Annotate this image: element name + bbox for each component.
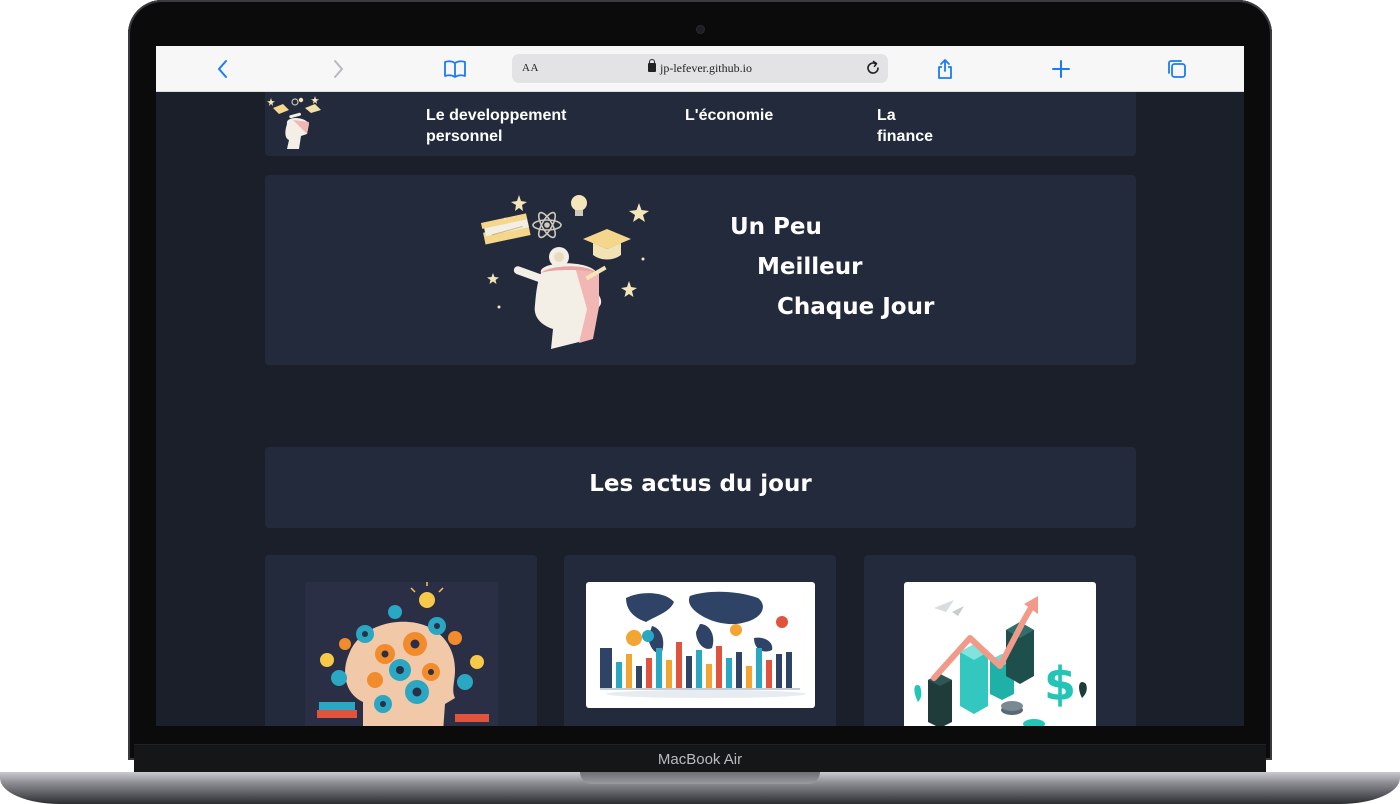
nav-link-finance[interactable]: La finance (877, 105, 933, 147)
site-navbar: Le developpement personnel L'économie La… (265, 92, 1136, 156)
laptop-base (0, 772, 1400, 804)
web-page: Le developpement personnel L'économie La… (156, 92, 1244, 726)
address-bar[interactable]: AA jp-lefever.github.io (512, 54, 888, 83)
svg-text:$: $ (1044, 657, 1076, 711)
url-text: jp-lefever.github.io (660, 61, 752, 75)
chevron-left-icon[interactable] (210, 56, 236, 82)
lock-icon (648, 59, 656, 72)
tabs-icon[interactable] (1164, 56, 1190, 82)
hero-banner: Un Peu Meilleur Chaque Jour (265, 175, 1136, 365)
finance-growth-chart-illustration: $ (904, 582, 1096, 726)
nav-link-economie[interactable]: L'économie (685, 105, 773, 126)
screen: AA jp-lefever.github.io Le developpement… (156, 46, 1244, 726)
screen-bezel-bottom: MacBook Air (134, 744, 1266, 772)
device-model-label: MacBook Air (657, 751, 743, 768)
hero-line-1: Un Peu (730, 214, 822, 240)
news-card-economie[interactable] (564, 555, 836, 726)
camera-icon (697, 26, 704, 33)
news-card-developpement[interactable] (265, 555, 537, 726)
news-card-finance[interactable]: $ (864, 555, 1136, 726)
nav-link-developpement[interactable]: Le developpement personnel (426, 105, 566, 147)
brain-gears-illustration (305, 582, 498, 726)
chevron-right-icon[interactable] (325, 56, 351, 82)
hero-line-2: Meilleur (757, 254, 863, 280)
reload-icon[interactable] (864, 59, 882, 82)
laptop-hinge-notch (580, 772, 820, 784)
plus-icon[interactable] (1048, 56, 1074, 82)
news-section-title: Les actus du jour (589, 471, 812, 497)
hero-line-3: Chaque Jour (777, 294, 935, 320)
world-map-economy-illustration (586, 582, 815, 708)
news-section-header: Les actus du jour (265, 447, 1136, 528)
share-icon[interactable] (932, 56, 958, 82)
knowledge-head-illustration (479, 189, 655, 351)
book-icon[interactable] (442, 56, 468, 82)
site-logo[interactable] (265, 94, 327, 152)
browser-toolbar: AA jp-lefever.github.io (156, 46, 1244, 92)
